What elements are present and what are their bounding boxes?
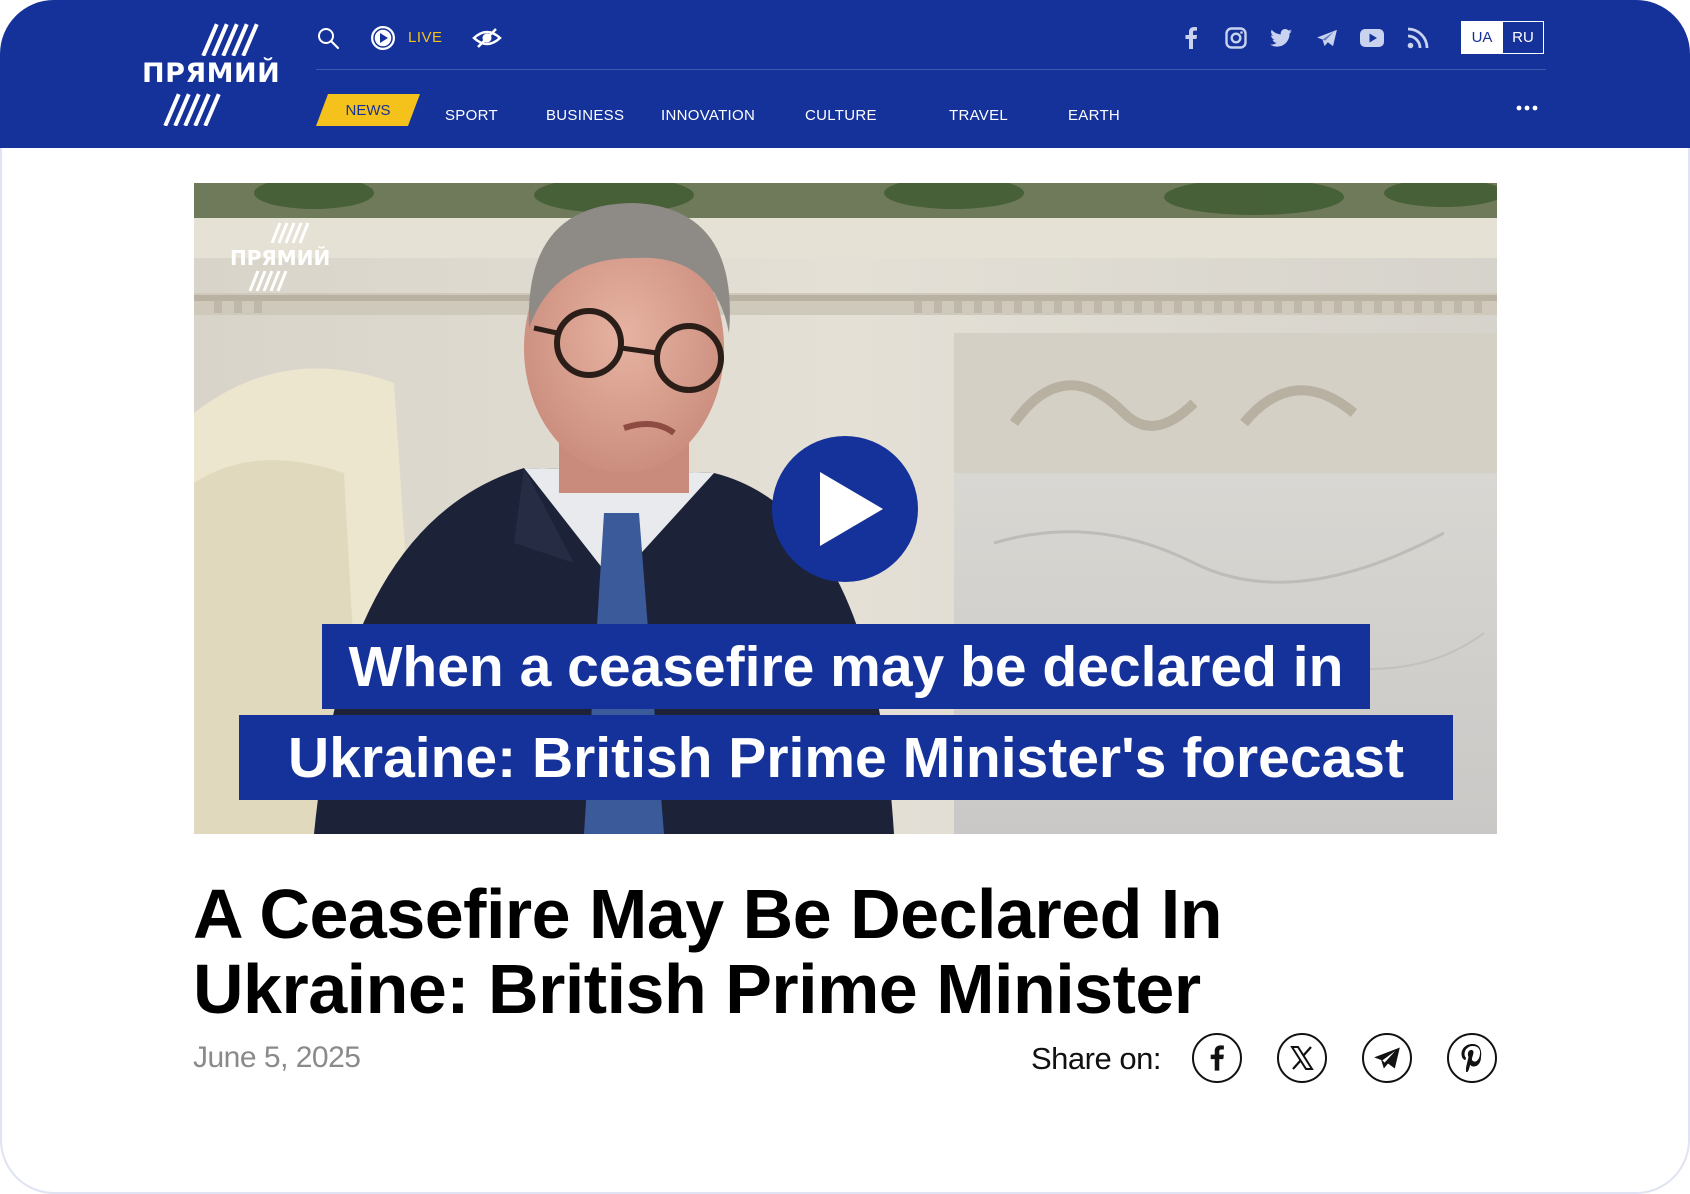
site-logo[interactable]: ПРЯМИЙ: [142, 22, 281, 128]
nav-item-earth[interactable]: EARTH: [1068, 107, 1120, 124]
share-pinterest-button[interactable]: [1447, 1033, 1497, 1083]
share-facebook-button[interactable]: [1192, 1033, 1242, 1083]
youtube-icon[interactable]: [1358, 24, 1386, 52]
nav-item-travel[interactable]: TRAVEL: [949, 107, 1008, 124]
article-date: June 5, 2025: [193, 1041, 361, 1074]
watermark-slashes-top-icon: [270, 222, 310, 244]
video-watermark-logo: ПРЯМИЙ: [230, 221, 330, 293]
live-label[interactable]: LIVE: [408, 29, 443, 46]
pinterest-icon: [1461, 1044, 1482, 1072]
logo-slashes-top-icon: [201, 23, 259, 56]
site-header: ПРЯМИЙ LIVE UA RU NEWS SPORT BUSINESS IN…: [0, 0, 1690, 148]
video-caption-line-1: When a ceasefire may be declared in: [322, 624, 1370, 709]
watermark-text: ПРЯМИЙ: [230, 246, 331, 270]
video-play-button[interactable]: [772, 436, 918, 582]
x-icon: [1290, 1046, 1314, 1070]
search-icon[interactable]: [314, 24, 342, 52]
watermark-slashes-bottom-icon: [248, 270, 288, 292]
nav-item-sport[interactable]: SPORT: [445, 107, 498, 124]
instagram-icon[interactable]: [1222, 24, 1250, 52]
header-divider: [316, 69, 1546, 70]
share-x-button[interactable]: [1277, 1033, 1327, 1083]
more-menu-icon[interactable]: [1512, 96, 1542, 120]
facebook-icon[interactable]: [1177, 24, 1205, 52]
headline-line-1: A Ceasefire May Be Declared In: [193, 875, 1222, 953]
telegram-icon: [1374, 1047, 1400, 1069]
lang-ua-button[interactable]: UA: [1461, 21, 1503, 54]
logo-text: ПРЯМИЙ: [142, 58, 281, 89]
video-caption-line-2: Ukraine: British Prime Minister's foreca…: [239, 715, 1453, 800]
article-headline: A Ceasefire May Be Declared In Ukraine: …: [193, 877, 1393, 1027]
logo-slashes-bottom-icon: [163, 93, 221, 126]
video-player[interactable]: ПРЯМИЙ When a ceasefire may be declared …: [194, 183, 1497, 834]
nav-item-news[interactable]: NEWS: [316, 94, 420, 126]
browser-window: ПРЯМИЙ LIVE UA RU NEWS SPORT BUSINESS IN…: [0, 0, 1690, 1194]
nav-item-culture[interactable]: CULTURE: [805, 107, 877, 124]
nav-item-news-label: NEWS: [345, 101, 391, 119]
twitter-icon[interactable]: [1267, 24, 1295, 52]
share-telegram-button[interactable]: [1362, 1033, 1412, 1083]
headline-line-2: Ukraine: British Prime Minister: [193, 950, 1201, 1028]
play-icon: [820, 472, 883, 546]
telegram-icon[interactable]: [1313, 24, 1341, 52]
nav-item-innovation[interactable]: INNOVATION: [661, 107, 755, 124]
share-label: Share on:: [1031, 1041, 1161, 1076]
nav-item-business[interactable]: BUSINESS: [546, 107, 624, 124]
live-play-icon[interactable]: [369, 24, 397, 52]
hide-eye-icon[interactable]: [471, 24, 503, 52]
facebook-icon: [1210, 1045, 1224, 1071]
rss-icon[interactable]: [1404, 24, 1432, 52]
lang-ru-button[interactable]: RU: [1502, 21, 1544, 54]
